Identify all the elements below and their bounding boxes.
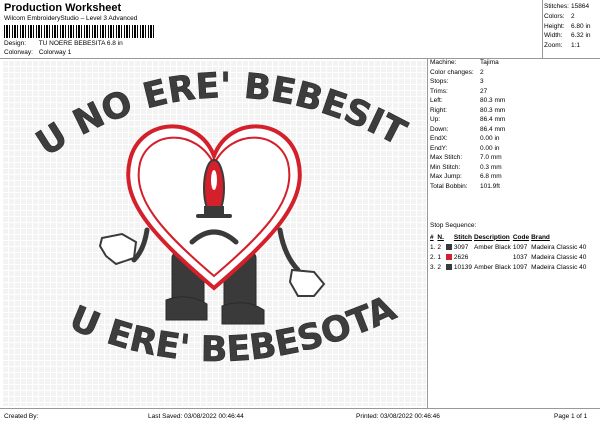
stop-sequence-header: # N. Stitch Description Code Brand <box>430 233 550 241</box>
barcode <box>4 25 156 38</box>
footer-created-by: Created By: <box>4 413 39 420</box>
machine-details: Machine: Tajima Color changes: 2 Stops: 3 T… <box>430 58 598 191</box>
detail-stops: Stops: 3 <box>430 78 484 85</box>
color-swatch <box>445 243 452 250</box>
detail-min-stitch: Min Stitch: 0.3 mm <box>430 163 502 171</box>
footer-printed: Printed: 03/08/2022 00:46:46 <box>356 413 440 420</box>
detail-trims: Trims: 27 <box>430 87 488 95</box>
colorway-row: Colorway: Colorway 1 <box>4 49 71 56</box>
table-row: 1. 2 3097 Amber Black 1097 Madeira Class… <box>430 243 587 251</box>
detail-up: Up: 86.4 mm <box>430 116 506 123</box>
stat-colors: Colors: 2 <box>544 12 575 20</box>
design-preview: TU NO ERE' BEBESITA TU ERE' BEBESOTA <box>2 60 426 406</box>
design-name-row: Design: TU NOERE BEBESITA 6.8 in <box>4 40 123 47</box>
stop-sequence-table: # N. Stitch Description Code Brand 1. 2 … <box>430 232 588 272</box>
stat-zoom: Zoom: 1:1 <box>544 42 581 50</box>
stat-width: Width: 6.32 in <box>544 32 591 40</box>
detail-down: Down: 86.4 mm <box>430 125 506 133</box>
detail-total-bobbin: Total Bobbin: 101.9ft <box>430 182 500 190</box>
software-name: Wilcom EmbroideryStudio – Level 3 Advanc… <box>4 15 138 22</box>
stop-sequence-title: Stop Sequence: <box>430 222 477 229</box>
footer-last-saved: Last Saved: 03/08/2022 00:46:44 <box>148 413 244 420</box>
footer-page: Page 1 of 1 <box>554 413 588 420</box>
table-row: 2. 1 2626 1037 Madeira Classic 40 <box>430 253 587 261</box>
detail-left: Left: 80.3 mm <box>430 97 506 104</box>
color-swatch <box>445 263 452 270</box>
detail-machine: Machine: Tajima <box>430 59 499 66</box>
table-row: 3. 2 10139 Amber Black 1097 Madeira Clas… <box>430 263 587 271</box>
design-value: TU NOERE BEBESITA 6.8 in <box>38 40 123 47</box>
colorway-label: Colorway: <box>4 49 33 56</box>
production-worksheet: Production Worksheet Wilcom EmbroiderySt… <box>0 0 600 424</box>
detail-max-stitch: Max Stitch: 7.0 mm <box>430 154 502 161</box>
colorway-value: Colorway 1 <box>38 49 72 56</box>
detail-endx: EndX: 0.00 in <box>430 135 500 142</box>
design-artwork: TU NO ERE' BEBESITA TU ERE' BEBESOTA <box>2 60 413 370</box>
footer-divider <box>0 408 600 409</box>
summary-stats: Stitches: 15864 Colors: 2 Height: 6.80 in W… <box>544 2 591 51</box>
detail-endy: EndY: 0.00 in <box>430 144 500 152</box>
stop-sequence: Stop Sequence: # N. Stitch Description C… <box>430 222 598 272</box>
detail-right: Right: 80.3 mm <box>430 106 506 114</box>
detail-max-jump: Max Jump: 6.8 mm <box>430 173 502 180</box>
detail-color-changes: Color changes: 2 <box>430 68 484 76</box>
design-label: Design: <box>4 40 27 47</box>
stat-stitches: Stitches: 15864 <box>544 3 590 10</box>
summary-divider <box>542 0 543 58</box>
stat-height: Height: 6.80 in <box>544 22 591 30</box>
color-swatch <box>445 253 452 260</box>
worksheet-title: Production Worksheet <box>4 2 122 14</box>
panel-divider <box>427 58 428 408</box>
